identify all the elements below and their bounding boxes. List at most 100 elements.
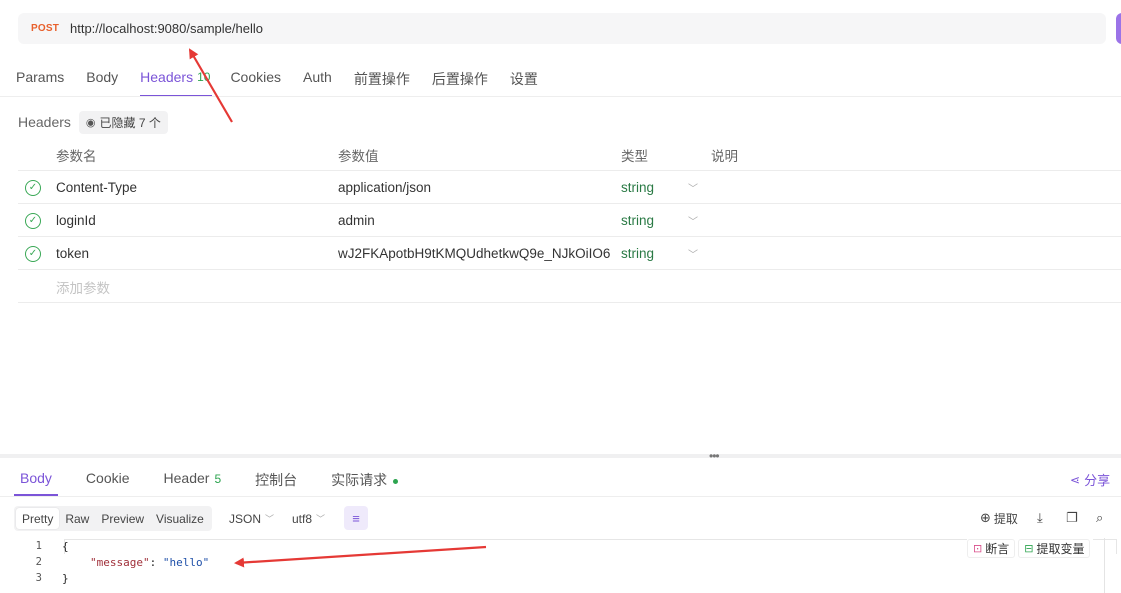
response-tabs: Body Cookie Header 5 控制台 实际请求 bbox=[14, 460, 426, 496]
tab-label: Params bbox=[16, 69, 65, 85]
code-text: "message": "hello" bbox=[90, 556, 209, 569]
drag-handle-icon[interactable]: ••• bbox=[709, 449, 720, 463]
json-colon: : bbox=[149, 555, 163, 569]
response-tab-actual-request[interactable]: 实际请求 bbox=[325, 460, 404, 496]
encoding-dropdown[interactable]: utf8 ﹀ bbox=[292, 506, 325, 531]
request-tabs: Params Body Headers 10 Cookies Auth 前置操作 … bbox=[16, 61, 560, 97]
tab-label: Headers bbox=[140, 69, 194, 85]
encoding-value: utf8 bbox=[292, 511, 313, 526]
chevron-down-icon[interactable]: ﹀ bbox=[688, 204, 702, 237]
json-string-value: "hello" bbox=[162, 555, 210, 569]
line-number: 2 bbox=[35, 556, 42, 568]
extract-icon: ⊕ bbox=[980, 510, 991, 525]
code-line: 2 "message": "hello" bbox=[18, 554, 1121, 570]
assert-icon: ⊡ bbox=[973, 543, 983, 555]
tab-pre-request[interactable]: 前置操作 bbox=[354, 61, 410, 97]
extract-label: 提取 bbox=[993, 511, 1018, 526]
tab-label: Body bbox=[20, 470, 52, 486]
panel-resize-divider[interactable] bbox=[0, 454, 1121, 458]
format-pretty-button[interactable]: Pretty bbox=[16, 508, 60, 529]
copy-button[interactable]: ❐ bbox=[1066, 508, 1081, 528]
tab-label: 控制台 bbox=[255, 472, 298, 488]
code-text: { bbox=[62, 539, 69, 553]
param-value-field[interactable]: wJ2FKApotbH9tKMQUdhetkwQ9e_NJkOiIO6 bbox=[338, 237, 612, 270]
tab-label: 后置操作 bbox=[431, 71, 488, 87]
param-name-field[interactable]: Content-Type bbox=[56, 171, 326, 204]
param-name-field[interactable]: loginId bbox=[56, 204, 326, 237]
extract-variable-button[interactable]: ⊟ 提取变量 bbox=[1018, 539, 1091, 558]
tabs-divider bbox=[0, 96, 1121, 97]
code-line: 3 } bbox=[18, 570, 1121, 586]
tab-headers[interactable]: Headers 10 bbox=[140, 61, 213, 97]
row-enable-checkbox[interactable]: ✓ bbox=[25, 171, 45, 204]
param-type-select[interactable]: string bbox=[621, 204, 681, 237]
code-line: 1 { bbox=[18, 538, 1121, 554]
tab-label: 设置 bbox=[509, 71, 538, 87]
search-button[interactable]: ⌕ bbox=[1096, 508, 1106, 528]
download-icon: ⤓ bbox=[1037, 510, 1043, 525]
url-input[interactable]: http://localhost:9080/sample/hello bbox=[70, 21, 263, 36]
tab-label: Auth bbox=[303, 69, 332, 85]
wrap-toggle-button[interactable]: ≡ bbox=[344, 506, 368, 530]
row-enable-checkbox[interactable]: ✓ bbox=[25, 204, 45, 237]
tab-label: Body bbox=[86, 69, 119, 85]
url-bar[interactable]: POST http://localhost:9080/sample/hello bbox=[18, 13, 1106, 44]
row-enable-checkbox[interactable]: ✓ bbox=[25, 237, 45, 270]
share-label: 分享 bbox=[1084, 473, 1111, 488]
add-param-row[interactable]: 添加参数 bbox=[18, 270, 1121, 303]
param-type-select[interactable]: string bbox=[621, 237, 681, 270]
add-param-placeholder[interactable]: 添加参数 bbox=[56, 270, 326, 303]
method-select[interactable]: POST bbox=[31, 23, 68, 34]
check-circle-icon: ✓ bbox=[25, 212, 41, 229]
share-icon: ⋖ bbox=[1070, 472, 1081, 487]
headers-table: 参数名 参数值 类型 说明 ✓ Content-Type application… bbox=[18, 138, 1121, 303]
chevron-down-icon[interactable]: ﹀ bbox=[688, 237, 702, 270]
json-key: "message" bbox=[90, 555, 150, 569]
chevron-down-icon[interactable]: ﹀ bbox=[688, 171, 702, 204]
param-type-select[interactable]: string bbox=[621, 171, 681, 204]
tab-body[interactable]: Body bbox=[86, 61, 118, 97]
param-value-field[interactable]: admin bbox=[338, 204, 612, 237]
chevron-down-icon: ﹀ bbox=[316, 514, 326, 524]
param-value-field[interactable]: application/json bbox=[338, 171, 612, 204]
hidden-headers-toggle[interactable]: ◉ 已隐藏 7 个 bbox=[78, 110, 168, 134]
response-tabs-divider bbox=[0, 496, 1121, 497]
format-type-dropdown[interactable]: JSON ﹀ bbox=[229, 506, 274, 531]
response-tab-body[interactable]: Body bbox=[14, 460, 58, 496]
share-button[interactable]: ⋖ 分享 bbox=[1070, 470, 1110, 489]
tab-label: Header bbox=[163, 470, 210, 486]
extract-button[interactable]: ⊕ 提取 bbox=[980, 508, 1018, 528]
table-row: ✓ Content-Type application/json string ﹀ bbox=[18, 171, 1121, 204]
tab-post-request[interactable]: 后置操作 bbox=[432, 61, 488, 97]
line-number: 3 bbox=[35, 572, 42, 584]
format-visualize-button[interactable]: Visualize bbox=[150, 508, 210, 529]
column-header-type: 类型 bbox=[621, 148, 648, 164]
format-preview-button[interactable]: Preview bbox=[95, 508, 150, 529]
response-code-viewer[interactable]: 1 { 2 "message": "hello" 3 } bbox=[18, 538, 1121, 593]
response-tab-cookie[interactable]: Cookie bbox=[80, 460, 136, 496]
tab-auth[interactable]: Auth bbox=[303, 61, 332, 97]
param-name-field[interactable]: token bbox=[56, 237, 326, 270]
check-circle-icon: ✓ bbox=[25, 179, 41, 196]
headers-label: Headers bbox=[18, 114, 71, 130]
tab-settings[interactable]: 设置 bbox=[510, 61, 538, 97]
send-button[interactable] bbox=[1116, 13, 1121, 44]
code-actions: ⊡ 断言 ⊟ 提取变量 bbox=[967, 539, 1094, 558]
search-icon: ⌕ bbox=[1096, 510, 1104, 525]
tab-params[interactable]: Params bbox=[16, 61, 64, 97]
tab-cookies[interactable]: Cookies bbox=[230, 61, 281, 97]
code-scrollbar[interactable] bbox=[1104, 538, 1120, 593]
variable-icon: ⊟ bbox=[1024, 543, 1034, 555]
tab-count-badge: 5 bbox=[214, 472, 222, 486]
format-raw-button[interactable]: Raw bbox=[59, 508, 95, 529]
line-number: 1 bbox=[35, 540, 42, 552]
column-header-name: 参数名 bbox=[56, 148, 97, 164]
assert-button[interactable]: ⊡ 断言 bbox=[967, 539, 1016, 558]
headers-section: Headers ◉ 已隐藏 7 个 bbox=[18, 110, 168, 134]
download-button[interactable]: ⤓ bbox=[1037, 508, 1046, 528]
response-tab-console[interactable]: 控制台 bbox=[249, 460, 303, 496]
response-tab-header[interactable]: Header 5 bbox=[158, 460, 228, 496]
chevron-down-icon: ﹀ bbox=[265, 514, 275, 524]
column-header-description: 说明 bbox=[711, 148, 738, 164]
table-row: ✓ loginId admin string ﹀ bbox=[18, 204, 1121, 237]
